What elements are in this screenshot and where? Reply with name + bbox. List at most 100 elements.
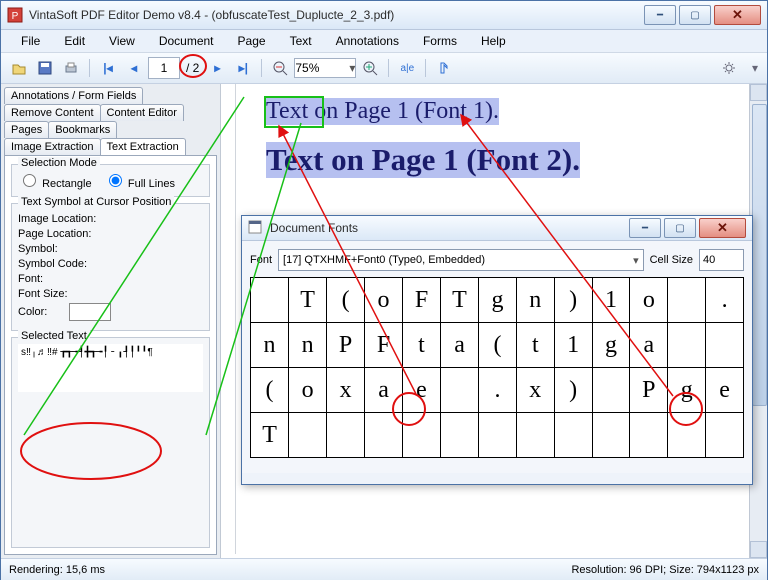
glyph-cell[interactable]: . [479,368,517,413]
glyph-cell[interactable] [251,278,289,323]
glyph-cell[interactable]: g [668,368,706,413]
scroll-thumb[interactable] [752,104,767,406]
glyph-cell[interactable]: 1 [592,278,630,323]
close-button[interactable]: ✕ [714,5,761,25]
tab-content-editor[interactable]: Content Editor [100,104,184,121]
menu-view[interactable]: View [99,32,145,50]
glyph-cell[interactable]: F [365,323,403,368]
glyph-cell[interactable]: P [630,368,668,413]
glyph-cell[interactable]: T [289,278,327,323]
page-number-input[interactable] [148,57,180,79]
dialog-maximize-button[interactable]: ▢ [664,218,696,238]
menu-file[interactable]: File [11,32,50,50]
glyph-cell[interactable]: ( [251,368,289,413]
glyph-cell[interactable] [327,413,365,458]
menu-annotations[interactable]: Annotations [326,32,409,50]
glyph-cell[interactable] [440,368,478,413]
radio-rectangle[interactable]: Rectangle [18,178,92,190]
glyph-cell[interactable]: g [592,323,630,368]
glyph-cell[interactable]: e [403,368,441,413]
glyph-cell[interactable]: a [365,368,403,413]
glyph-cell[interactable]: e [706,368,744,413]
glyph-cell[interactable]: x [327,368,365,413]
zoom-in-icon[interactable] [358,56,382,80]
glyph-cell[interactable] [440,413,478,458]
font-select[interactable]: [17] QTXHMF+Font0 (Type0, Embedded) [278,249,644,271]
glyph-cell[interactable]: P [327,323,365,368]
glyph-cell[interactable]: t [516,323,554,368]
dialog-close-button[interactable]: ✕ [699,218,746,238]
glyph-cell[interactable]: a [630,323,668,368]
menu-page[interactable]: Page [228,32,276,50]
glyph-cell[interactable]: ) [554,368,592,413]
maximize-button[interactable]: ▢ [679,5,711,25]
menu-document[interactable]: Document [149,32,224,50]
next-page-button[interactable]: ▸ [205,56,229,80]
glyph-cell[interactable]: o [630,278,668,323]
tab-text-extraction[interactable]: Text Extraction [100,138,186,155]
glyph-cell[interactable] [479,413,517,458]
glyph-cell[interactable] [592,368,630,413]
glyph-cell[interactable]: . [706,278,744,323]
cursor-info-group: Text Symbol at Cursor Position Image Loc… [11,203,210,331]
settings-icon[interactable] [717,56,741,80]
radio-full-lines[interactable]: Full Lines [104,178,175,190]
glyph-cell[interactable] [289,413,327,458]
glyph-cell[interactable] [668,413,706,458]
scroll-down-arrow[interactable] [750,541,767,558]
glyph-cell[interactable]: T [440,278,478,323]
doc-text-line-2[interactable]: Text on Page 1 (Font 2). [266,142,580,178]
dialog-minimize-button[interactable]: ━ [629,218,661,238]
glyph-cell[interactable] [706,323,744,368]
find-icon[interactable] [432,56,456,80]
tab-bookmarks[interactable]: Bookmarks [48,121,117,138]
tab-image-extraction[interactable]: Image Extraction [4,138,101,155]
selected-text-value[interactable]: s‼╷♬‼# ┲┱╼┦╋┱╼╿ ╴╻┦╿╹╹¶ [18,344,203,392]
glyph-cell[interactable]: g [479,278,517,323]
glyph-cell[interactable] [668,323,706,368]
glyph-table[interactable]: T(oFTgn)1o.nnPFta(t1ga(oxae.x)PgeT [250,277,744,458]
glyph-cell[interactable] [554,413,592,458]
glyph-cell[interactable]: n [516,278,554,323]
tab-annotations-form-fields[interactable]: Annotations / Form Fields [4,87,143,104]
glyph-cell[interactable]: ( [479,323,517,368]
menu-edit[interactable]: Edit [54,32,95,50]
last-page-button[interactable]: ▸| [231,56,255,80]
glyph-cell[interactable] [365,413,403,458]
save-icon[interactable] [33,56,57,80]
menu-help[interactable]: Help [471,32,516,50]
glyph-cell[interactable]: o [365,278,403,323]
glyph-cell[interactable] [592,413,630,458]
glyph-cell[interactable]: o [289,368,327,413]
scroll-up-arrow[interactable] [750,84,767,101]
selection-tool-icon[interactable]: a|e [395,56,419,80]
zoom-out-icon[interactable] [268,56,292,80]
glyph-cell[interactable] [403,413,441,458]
glyph-cell[interactable]: ) [554,278,592,323]
tab-pages[interactable]: Pages [4,121,49,138]
first-page-button[interactable]: |◂ [96,56,120,80]
glyph-cell[interactable]: F [403,278,441,323]
zoom-combo[interactable]: 75% ▾ [294,58,356,78]
glyph-cell[interactable] [630,413,668,458]
overflow-button[interactable]: ▾ [743,56,767,80]
glyph-cell[interactable]: t [403,323,441,368]
glyph-cell[interactable] [706,413,744,458]
glyph-cell[interactable]: a [440,323,478,368]
glyph-cell[interactable]: ( [327,278,365,323]
prev-page-button[interactable]: ◂ [122,56,146,80]
print-icon[interactable] [59,56,83,80]
tab-remove-content[interactable]: Remove Content [4,104,101,121]
glyph-cell[interactable]: 1 [554,323,592,368]
glyph-cell[interactable] [668,278,706,323]
minimize-button[interactable]: ━ [644,5,676,25]
menu-forms[interactable]: Forms [413,32,467,50]
open-icon[interactable] [7,56,31,80]
glyph-cell[interactable]: n [251,323,289,368]
glyph-cell[interactable]: T [251,413,289,458]
cell-size-spinner[interactable]: 40 [699,249,744,271]
glyph-cell[interactable] [516,413,554,458]
glyph-cell[interactable]: x [516,368,554,413]
glyph-cell[interactable]: n [289,323,327,368]
menu-text[interactable]: Text [280,32,322,50]
